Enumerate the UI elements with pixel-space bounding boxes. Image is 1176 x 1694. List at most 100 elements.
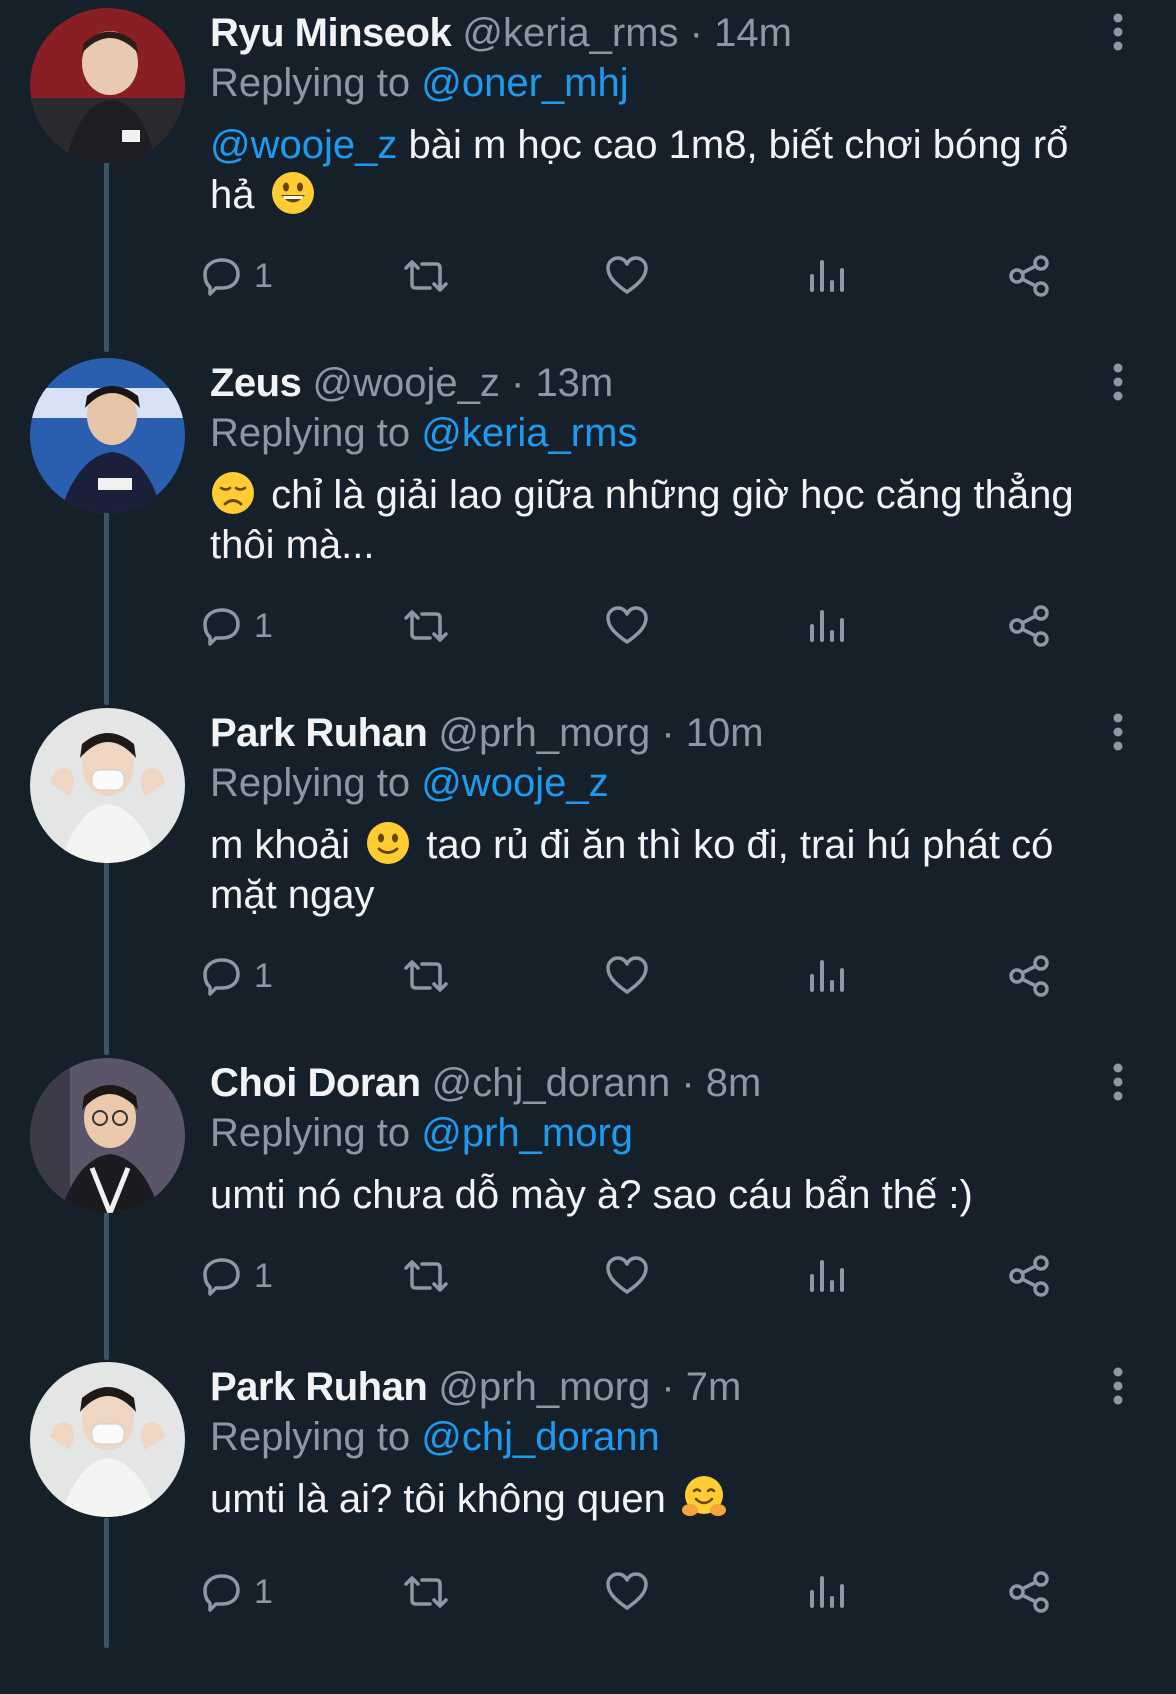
like-button[interactable] [604,598,650,654]
retweet-icon [400,1254,452,1298]
replying-label: Replying to [210,61,411,105]
tweet-text: chỉ là giải lao giữa những giờ học căng … [210,470,1110,570]
like-button[interactable] [604,1564,650,1620]
retweet-button[interactable] [400,248,452,304]
timestamp[interactable]: 13m [535,361,613,405]
reply-count: 1 [254,256,273,295]
replying-to-handle[interactable]: @prh_morg [421,1111,633,1155]
bar-chart-icon [806,1254,846,1298]
reply-button[interactable]: 1 [200,1564,273,1620]
heart-icon [604,1254,650,1298]
speech-bubble-icon [200,1254,244,1298]
share-button[interactable] [1006,948,1052,1004]
author-name[interactable]: Park Ruhan [210,1365,428,1409]
speech-bubble-icon [200,954,244,998]
replying-to-handle[interactable]: @oner_mhj [421,61,628,105]
author-handle[interactable]: @prh_morg [438,1365,650,1409]
like-button[interactable] [604,948,650,1004]
retweet-icon [400,604,452,648]
author-name[interactable]: Park Ruhan [210,711,428,755]
avatar[interactable] [30,358,185,513]
retweet-icon [400,254,452,298]
tweet-text-line: thôi mà... [210,523,375,567]
more-options-icon[interactable] [1112,712,1124,752]
reply-count: 1 [254,1256,273,1295]
author-name[interactable]: Ryu Minseok [210,11,452,55]
author-handle[interactable]: @prh_morg [438,711,650,755]
share-button[interactable] [1006,1248,1052,1304]
replying-label: Replying to [210,761,411,805]
avatar[interactable] [30,1058,185,1213]
reply-count: 1 [254,1572,273,1611]
retweet-button[interactable] [400,598,452,654]
tweet-header: Choi Doran @chj_dorann · 8m [210,1058,1086,1108]
views-button[interactable] [806,1564,846,1620]
speech-bubble-icon [200,254,244,298]
views-button[interactable] [806,248,846,304]
replying-to-handle[interactable]: @keria_rms [421,411,637,455]
share-button[interactable] [1006,598,1052,654]
bar-chart-icon [806,954,846,998]
author-handle[interactable]: @keria_rms [462,11,678,55]
retweet-button[interactable] [400,948,452,1004]
like-button[interactable] [604,248,650,304]
like-button[interactable] [604,1248,650,1304]
replying-to-handle[interactable]: @chj_dorann [421,1415,660,1459]
reply-button[interactable]: 1 [200,598,273,654]
timestamp[interactable]: 8m [706,1061,762,1105]
author-handle[interactable]: @wooje_z [312,361,499,405]
separator-dot: · [681,1061,695,1105]
share-button[interactable] [1006,1564,1052,1620]
views-button[interactable] [806,598,846,654]
views-button[interactable] [806,948,846,1004]
retweet-icon [400,954,452,998]
tweet-actions: 1 [200,1248,1120,1304]
timestamp[interactable]: 10m [686,711,764,755]
bar-chart-icon [806,254,846,298]
more-options-icon[interactable] [1112,1062,1124,1102]
reply-button[interactable]: 1 [200,1248,273,1304]
replying-to-handle[interactable]: @wooje_z [421,761,608,805]
author-name[interactable]: Zeus [210,361,302,405]
timestamp[interactable]: 14m [714,11,792,55]
reply-button[interactable]: 1 [200,948,273,1004]
avatar[interactable] [30,8,185,163]
retweet-button[interactable] [400,1248,452,1304]
tweet[interactable]: Park Ruhan @prh_morg · 10m Replying to @… [0,700,1176,1040]
share-button[interactable] [1006,248,1052,304]
tweet[interactable]: Choi Doran @chj_dorann · 8m Replying to … [0,1050,1176,1390]
tweet[interactable]: Park Ruhan @prh_morg · 7m Replying to @c… [0,1354,1176,1694]
replying-to: Replying to @chj_dorann [210,1412,660,1462]
replying-to: Replying to @oner_mhj [210,58,629,108]
retweet-button[interactable] [400,1564,452,1620]
tweet[interactable]: Zeus @wooje_z · 13m Replying to @keria_r… [0,350,1176,690]
reply-button[interactable]: 1 [200,248,273,304]
replying-label: Replying to [210,411,411,455]
more-options-icon[interactable] [1112,1366,1124,1406]
tweet-actions: 1 [200,1564,1120,1620]
heart-icon [604,1570,650,1614]
tweet-header: Park Ruhan @prh_morg · 10m [210,708,1086,758]
share-icon [1006,254,1052,298]
views-button[interactable] [806,1248,846,1304]
replying-to: Replying to @prh_morg [210,1108,633,1158]
avatar[interactable] [30,708,185,863]
bar-chart-icon [806,604,846,648]
tweet[interactable]: Ryu Minseok @keria_rms · 14m Replying to… [0,0,1176,340]
author-handle[interactable]: @chj_dorann [432,1061,671,1105]
share-icon [1006,1254,1052,1298]
heart-icon [604,254,650,298]
more-options-icon[interactable] [1112,362,1124,402]
mention-link[interactable]: @wooje_z [210,123,397,167]
avatar[interactable] [30,1362,185,1517]
reply-count: 1 [254,956,273,995]
more-options-icon[interactable] [1112,12,1124,52]
tweet-text-line: umti nó chưa dỗ mày à? sao cáu bẩn thế :… [210,1173,973,1217]
tweet-header: Zeus @wooje_z · 13m [210,358,1086,408]
slightly-smiling-face-emoji-icon [365,820,411,866]
timestamp[interactable]: 7m [686,1365,742,1409]
share-icon [1006,604,1052,648]
author-name[interactable]: Choi Doran [210,1061,421,1105]
tweet-actions: 1 [200,598,1120,654]
separator-dot: · [661,711,675,755]
